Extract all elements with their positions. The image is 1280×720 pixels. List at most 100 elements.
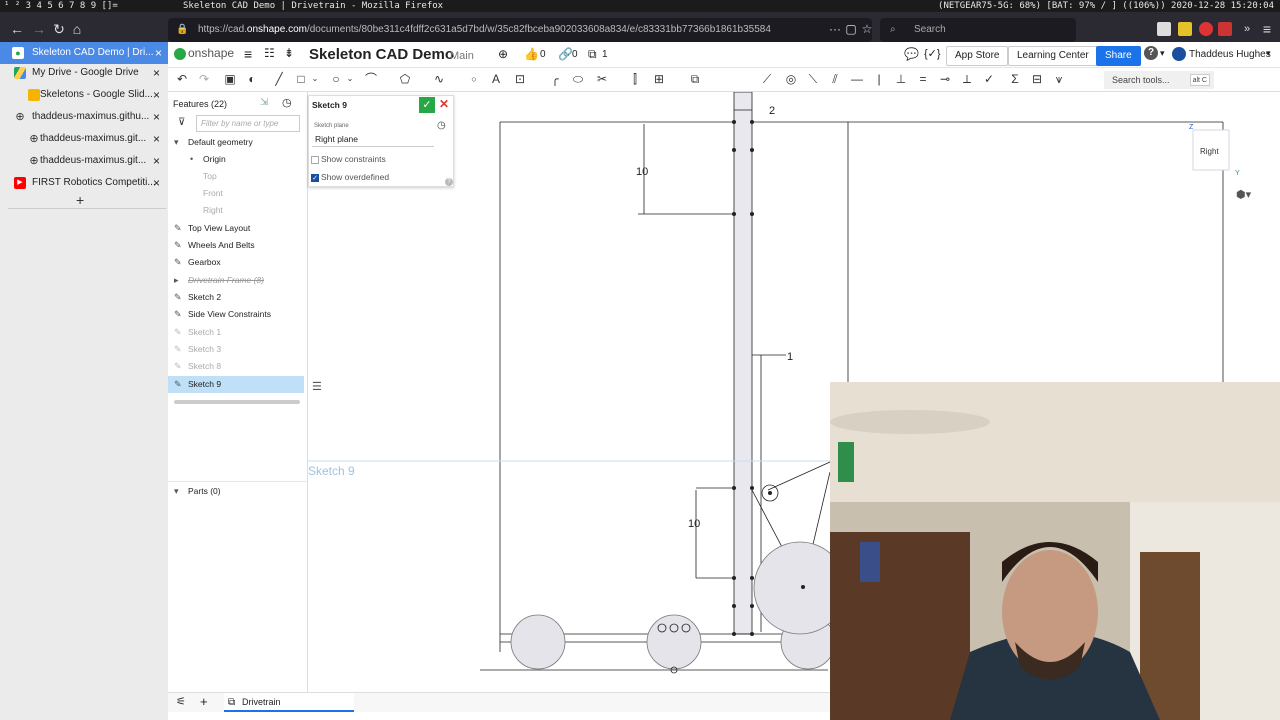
browser-search-input[interactable]: ⌕ Search <box>880 18 1076 42</box>
parallel-icon[interactable]: ⫽ <box>828 72 842 86</box>
use-icon[interactable]: ⊡ <box>513 72 527 86</box>
show-constraints-checkbox[interactable] <box>311 156 319 164</box>
code-icon[interactable]: {✓} <box>924 47 941 60</box>
midpoint-icon[interactable]: ⊸ <box>938 72 952 86</box>
rectangle-icon[interactable]: □ <box>294 72 308 86</box>
trim-icon[interactable]: ✂ <box>595 72 609 86</box>
symmetric-icon[interactable]: Σ <box>1008 72 1022 86</box>
plane-toggle-icon[interactable]: ◷ <box>437 120 446 131</box>
circle-icon[interactable]: ○ <box>329 72 343 86</box>
fix-icon[interactable]: ⊟ <box>1030 72 1044 86</box>
url-bar[interactable]: 🔒 https://cad.onshape.com/documents/80be… <box>168 18 872 42</box>
feature-top-view-layout[interactable]: ✎ Top View Layout <box>168 220 304 237</box>
tab-github-2[interactable]: ⊕ thaddeus-maximus.git... × <box>8 128 166 150</box>
arc-icon[interactable]: ⌒ <box>364 72 378 86</box>
rollback-icon[interactable]: ⇲ <box>260 97 268 108</box>
adblock-icon[interactable] <box>1199 22 1213 36</box>
chevron-down-icon[interactable]: ⌄ <box>308 72 322 86</box>
feature-right-plane[interactable]: Right <box>168 202 304 219</box>
show-overdefined-checkbox[interactable]: ✓ <box>311 174 319 182</box>
avatar[interactable] <box>1172 47 1186 61</box>
help-icon[interactable]: ? <box>445 178 453 186</box>
feature-drivetrain-frame-folder[interactable]: ▸ Drivetrain Frame (8) <box>168 272 304 289</box>
perpendicular-icon[interactable]: ⊥ <box>894 72 908 86</box>
view-options-icon[interactable]: ⬢▾ <box>1236 188 1251 201</box>
history-icon[interactable]: ◷ <box>282 96 292 109</box>
chevron-down-icon[interactable]: ▾ <box>1266 48 1271 59</box>
feature-list-icon[interactable]: ☷ <box>264 46 275 60</box>
fillet-icon[interactable]: ╭ <box>548 72 562 86</box>
tab-google-drive[interactable]: My Drive - Google Drive × <box>8 62 166 84</box>
filter-input[interactable]: Filter by name or type <box>196 115 300 132</box>
home-icon[interactable]: ⌂ <box>68 20 86 38</box>
workspace-indicator[interactable]: ¹ ² 3 4 5 6 7 8 9 []= <box>4 0 118 12</box>
onshape-logo-text[interactable]: onshape <box>188 46 234 60</box>
chevron-down-icon[interactable]: ⌄ <box>343 72 357 86</box>
pattern-icon[interactable]: ⊞ <box>652 72 666 86</box>
feature-sketch-8[interactable]: ✎ Sketch 8 <box>168 358 304 375</box>
close-icon[interactable]: × <box>155 42 162 64</box>
feature-origin[interactable]: • Origin <box>168 151 304 168</box>
line-icon[interactable]: ╱ <box>272 72 286 86</box>
tab-drivetrain[interactable]: ⧉ Drivetrain <box>224 693 354 712</box>
dimension-icon[interactable]: ⟋ <box>760 72 774 86</box>
feature-top-plane[interactable]: Top <box>168 168 304 185</box>
vertical-icon[interactable]: | <box>872 72 886 86</box>
equal-icon[interactable]: = <box>916 72 930 86</box>
feature-gearbox[interactable]: ✎ Gearbox <box>168 254 304 271</box>
help-icon[interactable]: ? <box>1144 46 1158 60</box>
redo-icon[interactable]: ↷ <box>197 72 211 86</box>
link-icon[interactable]: 🔗 <box>558 47 573 61</box>
point-icon[interactable]: ○ <box>467 72 481 86</box>
feature-sketch-3[interactable]: ✎ Sketch 3 <box>168 341 304 358</box>
normal-icon[interactable]: ✓ <box>982 72 996 86</box>
chevron-down-icon[interactable]: ▾ <box>174 134 179 151</box>
close-icon[interactable]: × <box>153 84 160 106</box>
feature-wheels-belts[interactable]: ✎ Wheels And Belts <box>168 237 304 254</box>
menu-icon[interactable]: ≡ <box>1258 20 1276 38</box>
bookmark-star-icon[interactable]: ☆ <box>858 20 876 38</box>
reload-icon[interactable]: ↻ <box>50 20 68 38</box>
text-icon[interactable]: A <box>489 72 503 86</box>
sketch-icon[interactable]: ▣ <box>223 72 237 86</box>
share-button[interactable]: Share <box>1096 46 1141 66</box>
spline-icon[interactable]: ∿ <box>432 72 446 86</box>
chevron-down-icon[interactable]: ▾ <box>1160 48 1165 59</box>
sketch-plane-field[interactable]: Right plane <box>312 132 434 147</box>
close-icon[interactable]: × <box>153 106 160 128</box>
chevron-down-icon[interactable]: ▾ <box>174 483 179 500</box>
menu-icon[interactable]: ≡ <box>244 46 252 62</box>
branch-name[interactable]: Main <box>450 50 474 62</box>
feature-default-geometry[interactable]: ▾ Default geometry <box>168 134 304 151</box>
polygon-icon[interactable]: ⬠ <box>398 72 412 86</box>
tab-frc-youtube[interactable]: ▶ FIRST Robotics Competiti... × <box>8 172 166 194</box>
new-tab-button[interactable]: + <box>76 192 84 208</box>
close-icon[interactable]: ✕ <box>439 97 449 111</box>
insert-icon[interactable]: ⇟ <box>284 46 294 60</box>
document-title[interactable]: Skeleton CAD Demo <box>309 46 454 63</box>
offset-icon[interactable]: ⬭ <box>571 72 585 86</box>
forward-icon[interactable]: → <box>30 20 48 38</box>
rollback-bar[interactable] <box>174 400 300 404</box>
coincident-icon[interactable]: ◎ <box>784 72 798 86</box>
tab-google-slides[interactable]: Skeletons - Google Slid... × <box>8 84 166 106</box>
tab-github-3[interactable]: ⊕ thaddeus-maximus.git... × <box>8 150 166 172</box>
overflow-icon[interactable]: » <box>1238 20 1256 38</box>
tab-skeleton-cad[interactable]: ● Skeleton CAD Demo | Dri... × <box>0 42 168 64</box>
feature-side-view-constraints[interactable]: ✎ Side View Constraints <box>168 306 304 323</box>
tab-manager-icon[interactable]: ⚟ <box>176 695 186 708</box>
copy-icon[interactable]: ⧉ <box>588 47 597 62</box>
transform-icon[interactable]: ⧉ <box>688 72 702 86</box>
pierce-icon[interactable]: ⩛ <box>1052 72 1066 86</box>
learning-center-button[interactable]: Learning Center <box>1008 46 1098 66</box>
close-icon[interactable]: × <box>153 128 160 150</box>
filter-icon[interactable]: ⊽ <box>178 117 185 128</box>
close-icon[interactable]: × <box>153 172 160 194</box>
mirror-icon[interactable]: ⫿ <box>628 72 642 86</box>
chevron-right-icon[interactable]: ▸ <box>174 272 179 289</box>
tangent-icon[interactable]: ⟂ <box>960 72 974 86</box>
close-icon[interactable]: × <box>153 150 160 172</box>
extension-icon[interactable] <box>1157 22 1171 36</box>
add-tab-icon[interactable]: + <box>200 694 208 709</box>
notes-extension-icon[interactable] <box>1178 22 1192 36</box>
